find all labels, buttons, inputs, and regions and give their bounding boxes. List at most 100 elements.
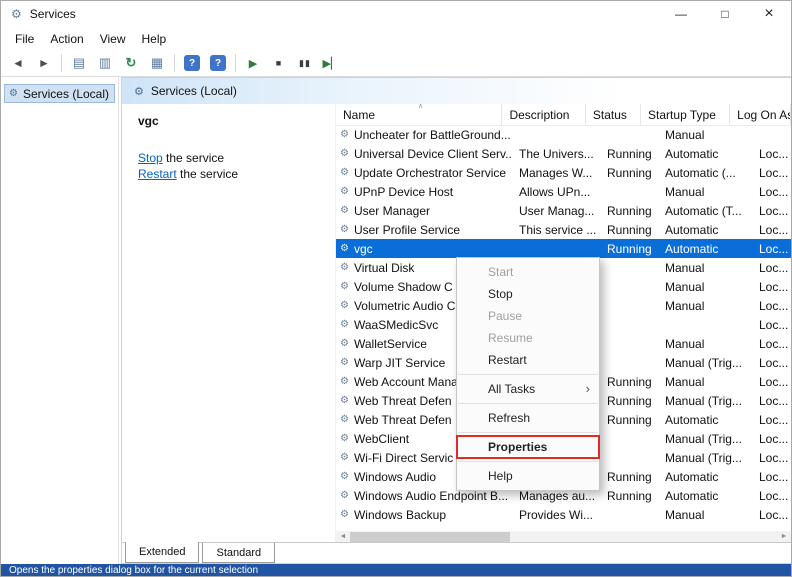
menu-item-label: Help: [488, 469, 513, 483]
service-description-cell: This service ...: [519, 222, 597, 237]
scrollbar-thumb[interactable]: [350, 532, 510, 542]
service-name: Web Threat Defen: [353, 393, 452, 408]
window-title: Services: [29, 7, 76, 21]
stop-service-link[interactable]: Stop: [138, 151, 163, 165]
menu-help[interactable]: Help: [134, 30, 175, 48]
menu-action[interactable]: Action: [42, 30, 91, 48]
context-menu-item-properties[interactable]: Properties: [456, 435, 600, 459]
service-name: vgc: [353, 241, 373, 256]
service-name-cell: ⚙ User Manager: [336, 201, 512, 220]
service-status-cell: [600, 182, 658, 201]
service-gear-icon: ⚙: [340, 452, 349, 463]
statusbar: Opens the properties dialog box for the …: [1, 564, 791, 576]
start-service-button[interactable]: ▶: [241, 52, 265, 74]
toolbar-separator: [61, 54, 62, 72]
column-header-startup-type[interactable]: Startup Type: [641, 104, 731, 125]
toolbar-separator: [174, 54, 175, 72]
service-row[interactable]: ⚙ User Manager User Manag... Running Automat…: [336, 201, 791, 220]
close-button[interactable]: ×: [747, 1, 791, 27]
service-startup-cell: Manual: [665, 298, 705, 313]
pane-header-gear-icon: ⚙: [134, 85, 144, 98]
service-status-cell: [600, 258, 658, 277]
service-status-cell: [600, 334, 658, 353]
service-startup-cell: Automatic: [665, 412, 719, 427]
back-button[interactable]: ◄: [6, 52, 30, 74]
service-logon-cell: Loc...: [759, 450, 789, 465]
tree-item-services-local[interactable]: ⚙ Services (Local): [4, 84, 115, 103]
service-status-cell: Running: [607, 241, 652, 256]
statusbar-text: Opens the properties dialog box for the …: [9, 565, 259, 576]
service-gear-icon: ⚙: [340, 281, 349, 292]
service-name: Web Account Mana: [353, 374, 458, 389]
maximize-button[interactable]: □: [703, 1, 747, 27]
menu-item-label: Properties: [488, 440, 548, 454]
context-menu-item-refresh[interactable]: Refresh: [457, 407, 599, 429]
service-status-cell: [600, 429, 658, 448]
forward-button[interactable]: ►: [32, 52, 56, 74]
service-description-cell: [512, 239, 600, 258]
context-menu-item-help[interactable]: Help: [457, 465, 599, 487]
service-name-cell: ⚙ Update Orchestrator Service: [336, 163, 512, 182]
column-header-status[interactable]: Status: [586, 104, 642, 125]
service-gear-icon: ⚙: [340, 490, 349, 501]
service-gear-icon: ⚙: [340, 414, 349, 425]
services-node-icon: ⚙: [9, 88, 18, 99]
service-row[interactable]: ⚙ UPnP Device Host Allows UPn... Manual Loc.…: [336, 182, 791, 201]
context-menu-item-restart[interactable]: Restart: [457, 349, 599, 371]
service-startup-cell: Manual (Trig...: [665, 355, 742, 370]
service-row[interactable]: ⚙ vgc Running Automatic Loc...: [336, 239, 791, 258]
service-row[interactable]: ⚙ User Profile Service This service ... Run…: [336, 220, 791, 239]
column-header-description[interactable]: Description: [502, 104, 586, 125]
service-startup-cell: Manual: [665, 374, 705, 389]
minimize-button[interactable]: —: [659, 1, 703, 27]
service-startup-cell: Manual: [665, 507, 705, 522]
service-row[interactable]: ⚙ Windows Backup Provides Wi... Manual Loc..…: [336, 505, 791, 524]
context-menu-item-stop[interactable]: Stop: [457, 283, 599, 305]
properties-button[interactable]: ▦: [145, 52, 169, 74]
pause-service-button[interactable]: ▮▮: [293, 52, 317, 74]
context-menu-item-all-tasks[interactable]: All Tasks ›: [457, 378, 599, 400]
refresh-button[interactable]: ↻: [119, 52, 143, 74]
service-name: Volumetric Audio C: [353, 298, 456, 313]
restart-service-button[interactable]: ▶▏: [319, 52, 343, 74]
service-row[interactable]: ⚙ Universal Device Client Serv... The Univ…: [336, 144, 791, 163]
service-logon-cell: Loc...: [759, 222, 789, 237]
menu-file[interactable]: File: [7, 30, 42, 48]
service-name: UPnP Device Host: [353, 184, 454, 199]
service-status-cell: Running: [607, 222, 652, 237]
export-list-button[interactable]: ▥: [93, 52, 117, 74]
stop-service-button[interactable]: ■: [267, 52, 291, 74]
service-row[interactable]: ⚙ Update Orchestrator Service Manages W...…: [336, 163, 791, 182]
column-header-log-on-as[interactable]: Log On As: [730, 104, 791, 125]
restart-service-line: Restart the service: [138, 166, 335, 182]
service-row[interactable]: ⚙ Uncheater for BattleGround... Manual: [336, 125, 791, 144]
service-startup-cell: Automatic: [665, 146, 719, 161]
help-button[interactable]: ?: [184, 55, 200, 71]
service-status-cell: Running: [607, 412, 652, 427]
stop-service-text: the service: [162, 151, 225, 165]
tab-standard[interactable]: Standard: [202, 543, 276, 563]
service-startup-cell: Manual (Trig...: [665, 450, 742, 465]
service-logon-cell: Loc...: [759, 260, 789, 275]
service-name: WebClient: [353, 431, 410, 446]
show-console-tree-button[interactable]: ▤: [67, 52, 91, 74]
menu-item-label: Refresh: [488, 411, 531, 425]
service-status-cell: Running: [607, 165, 652, 180]
service-gear-icon: ⚙: [340, 395, 349, 406]
service-gear-icon: ⚙: [340, 243, 349, 254]
context-help-button[interactable]: ?: [210, 55, 226, 71]
service-name: Warp JIT Service: [353, 355, 446, 370]
service-description-cell: Allows UPn...: [519, 184, 591, 199]
service-name-cell: ⚙ User Profile Service: [336, 220, 512, 239]
service-startup-cell: Manual (Trig...: [665, 393, 742, 408]
service-gear-icon: ⚙: [340, 357, 349, 368]
service-logon-cell: Loc...: [759, 336, 789, 351]
restart-service-link[interactable]: Restart: [138, 167, 177, 181]
menu-item-label: Restart: [488, 353, 527, 367]
menu-view[interactable]: View: [92, 30, 134, 48]
pane-header-title: Services (Local): [150, 84, 237, 98]
service-logon-cell: Loc...: [759, 165, 789, 180]
service-status-cell: Running: [607, 203, 652, 218]
tab-extended[interactable]: Extended: [125, 542, 200, 563]
service-status-cell: [600, 353, 658, 372]
